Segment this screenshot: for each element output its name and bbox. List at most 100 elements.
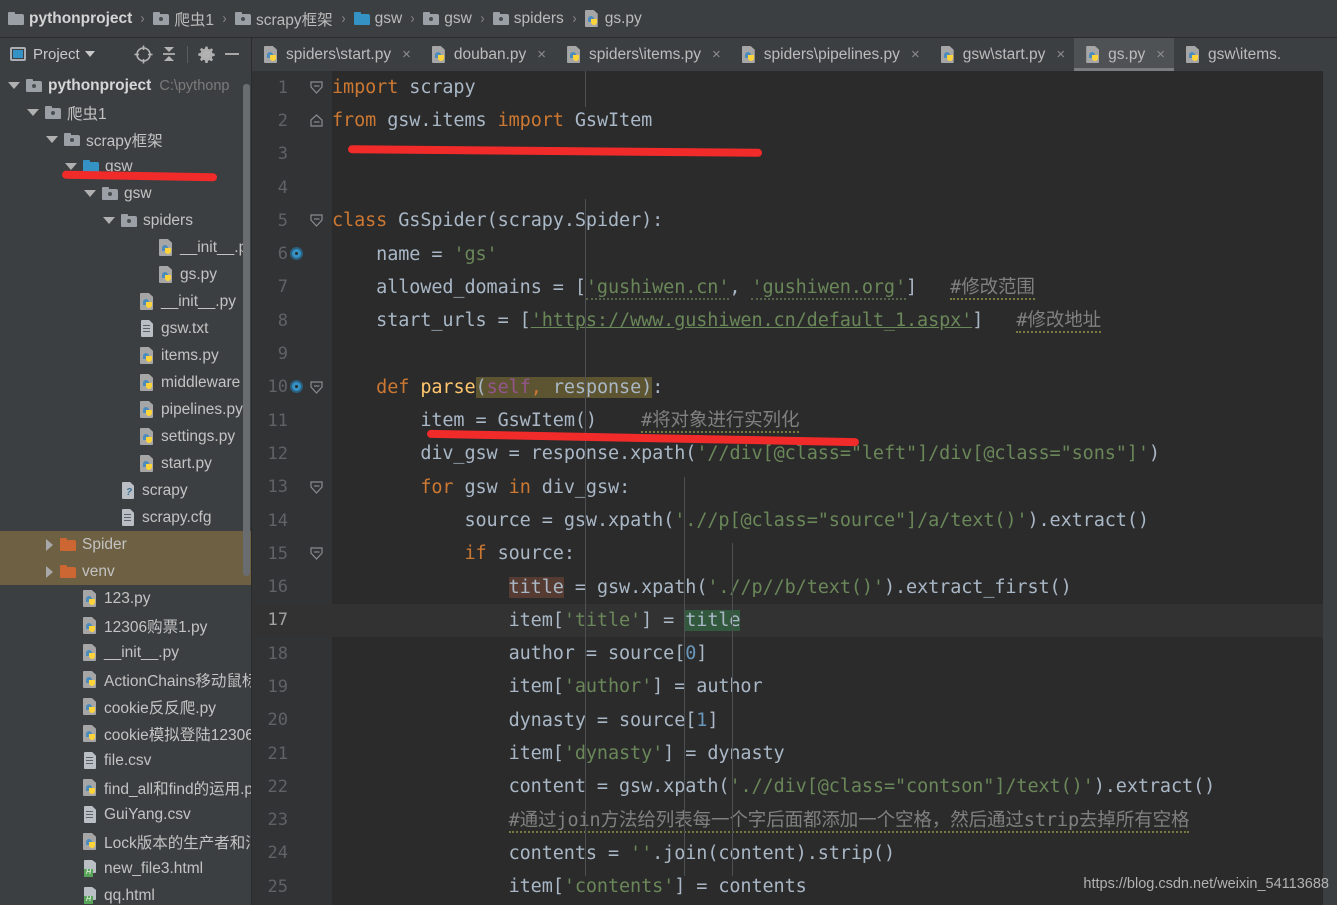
code-line[interactable]: 22 content = gsw.xpath('.//div[@class="c… (252, 770, 1337, 803)
fold-collapse-icon[interactable] (310, 547, 323, 561)
tree-row-startpy[interactable]: start.py (0, 450, 251, 477)
tree-row-spiders[interactable]: spiders (0, 207, 251, 234)
tree-row-actionchains[interactable]: ActionChains移动鼠标 (0, 666, 251, 693)
method-override-icon[interactable] (290, 379, 303, 393)
close-icon[interactable]: × (712, 47, 721, 62)
breadcrumb-item-scrapy-framework[interactable]: scrapy框架 (233, 0, 335, 37)
tree-row-guiyangcsv[interactable]: GuiYang.csv (0, 801, 251, 828)
breadcrumb-item-pythonproject[interactable]: pythonproject (6, 0, 134, 37)
gutter-marker-area[interactable] (288, 837, 332, 870)
editor-tab-spiderspipelinespy[interactable]: spiders\pipelines.py × (730, 38, 929, 71)
gutter-marker-area[interactable] (288, 338, 332, 371)
breadcrumb-item-gsw-inner[interactable]: gsw (421, 0, 474, 37)
tree-row-initp[interactable]: __init__.p (0, 234, 251, 261)
code-line[interactable]: 18 author = source[0] (252, 637, 1337, 670)
gutter-marker-area[interactable] (288, 637, 332, 670)
code-line[interactable]: 19 item['author'] = author (252, 670, 1337, 703)
tree-row-scrapy[interactable]: ? scrapy (0, 477, 251, 504)
gutter-marker-area[interactable] (288, 304, 332, 337)
gutter-marker-area[interactable] (288, 437, 332, 470)
tree-row-gswtxt[interactable]: gsw.txt (0, 315, 251, 342)
tree-row-scrapy[interactable]: scrapy框架 (0, 126, 251, 153)
tree-row-cookiepy[interactable]: cookie反反爬.py (0, 693, 251, 720)
editor-tab-gspy[interactable]: gs.py × (1074, 38, 1174, 71)
editor-tab-gswstartpy[interactable]: gsw\start.py × (929, 38, 1074, 71)
chevron-down-icon[interactable] (84, 51, 95, 57)
gutter-marker-area[interactable] (288, 870, 332, 903)
code-line[interactable]: 1 import scrapy (252, 71, 1337, 104)
chevron-right-icon[interactable] (46, 538, 53, 551)
tree-row-settingspy[interactable]: settings.py (0, 423, 251, 450)
chevron-down-icon[interactable] (8, 82, 20, 89)
code-line[interactable]: 12 div_gsw = response.xpath('//div[@clas… (252, 437, 1337, 470)
close-icon[interactable]: × (402, 47, 411, 62)
gutter-marker-area[interactable] (288, 71, 332, 104)
chevron-down-icon[interactable] (65, 163, 77, 170)
tree-row-spider[interactable]: Spider (0, 531, 251, 558)
code-line[interactable]: 9 (252, 337, 1337, 370)
tree-row-pythonproject[interactable]: pythonproject C:\pythonp (0, 72, 251, 99)
editor-tab-spidersitemspy[interactable]: spiders\items.py × (555, 38, 730, 71)
close-icon[interactable]: × (1156, 47, 1165, 62)
tree-row-middleware[interactable]: middleware (0, 369, 251, 396)
code-line[interactable]: 20 dynasty = source[1] (252, 704, 1337, 737)
close-icon[interactable]: × (911, 47, 920, 62)
tree-row-lock[interactable]: Lock版本的生产者和消 (0, 828, 251, 855)
code-line[interactable]: 24 contents = ''.join(content).strip() (252, 837, 1337, 870)
tree-row-gsw[interactable]: gsw (0, 153, 251, 180)
locate-icon[interactable] (130, 41, 156, 67)
code-line[interactable]: 10 def parse(self, response): (252, 371, 1337, 404)
gutter-marker-area[interactable] (288, 737, 332, 770)
code-line[interactable]: 7 allowed_domains = ['gushiwen.cn', 'gus… (252, 271, 1337, 304)
breadcrumb-item-spiders[interactable]: spiders (491, 0, 566, 37)
code-content[interactable]: 1 import scrapy 2 from gsw.items import Gsw… (252, 71, 1337, 905)
tree-row-initpy[interactable]: __init__.py (0, 639, 251, 666)
gutter-marker-area[interactable] (288, 704, 332, 737)
tree-row-newfile3html[interactable]: Hnew_file3.html (0, 855, 251, 882)
gutter-marker-area[interactable] (288, 471, 332, 504)
gutter-marker-area[interactable] (288, 171, 332, 204)
editor-tab-spidersstartpy[interactable]: spiders\start.py × (252, 38, 420, 71)
chevron-right-icon[interactable] (46, 565, 53, 578)
editor-tab-bar[interactable]: spiders\start.py × douban.py × spiders\items… (252, 38, 1337, 71)
chevron-down-icon[interactable] (46, 136, 58, 143)
gutter-marker-area[interactable] (288, 104, 332, 137)
gutter-marker-area[interactable] (288, 504, 332, 537)
tree-row-qqhtml[interactable]: Hqq.html (0, 882, 251, 905)
code-line[interactable]: 21 item['dynasty'] = dynasty (252, 737, 1337, 770)
code-editor[interactable]: 1 import scrapy 2 from gsw.items import Gsw… (252, 71, 1337, 905)
tree-row-123py[interactable]: 123.py (0, 585, 251, 612)
code-line[interactable]: 17 item['title'] = title (252, 603, 1337, 638)
fold-end-icon[interactable] (310, 114, 323, 128)
code-line[interactable]: 4 (252, 171, 1337, 204)
gutter-marker-area[interactable] (288, 537, 332, 570)
code-line[interactable]: 13 for gsw in div_gsw: (252, 471, 1337, 504)
gutter-marker-area[interactable] (288, 670, 332, 703)
breadcrumb-item-gs-py[interactable]: gs.py (583, 0, 644, 37)
code-line[interactable]: 8 start_urls = ['https://www.gushiwen.cn… (252, 304, 1337, 337)
chevron-down-icon[interactable] (27, 109, 39, 116)
tree-row-initpy[interactable]: __init__.py (0, 288, 251, 315)
editor-tab-gswitems[interactable]: gsw\items. (1174, 38, 1290, 71)
tree-row-filecsv[interactable]: file.csv (0, 747, 251, 774)
close-icon[interactable]: × (1056, 47, 1065, 62)
code-line[interactable]: 11 item = GswItem() #将对象进行实列化 (252, 404, 1337, 437)
close-icon[interactable]: × (537, 47, 546, 62)
tree-row-findallfindp[interactable]: find_all和find的运用.p (0, 774, 251, 801)
code-line[interactable]: 16 title = gsw.xpath('.//p//b/text()').e… (252, 570, 1337, 603)
breadcrumb-item-chongchong1[interactable]: 爬虫1 (151, 0, 216, 37)
tree-row-cookie12306[interactable]: cookie模拟登陆12306 (0, 720, 251, 747)
chevron-down-icon[interactable] (84, 190, 96, 197)
fold-collapse-icon[interactable] (310, 381, 323, 394)
code-line[interactable]: 2 from gsw.items import GswItem (252, 104, 1337, 137)
code-line[interactable]: 5 class GsSpider(scrapy.Spider): (252, 204, 1337, 237)
code-line[interactable]: 3 (252, 138, 1337, 171)
hide-panel-icon[interactable] (219, 41, 245, 67)
tree-row-gspy[interactable]: gs.py (0, 261, 251, 288)
tree-row-itemspy[interactable]: items.py (0, 342, 251, 369)
gutter-marker-area[interactable] (288, 404, 332, 437)
code-line[interactable]: 14 source = gsw.xpath('.//p[@class="sour… (252, 504, 1337, 537)
breadcrumb-item-gsw-outer[interactable]: gsw (352, 0, 405, 37)
collapse-all-icon[interactable] (156, 41, 182, 67)
gutter-marker-area[interactable] (288, 770, 332, 803)
